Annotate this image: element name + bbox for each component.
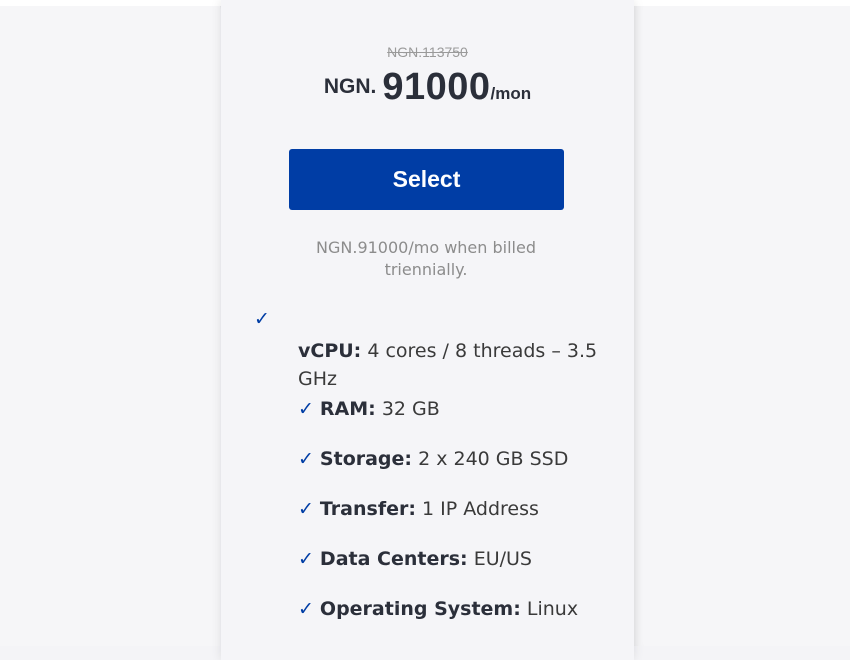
feature-operating-system: ✓ Operating System: Linux (298, 595, 598, 623)
feature-label: Operating System: (319, 598, 521, 620)
price-period: /mon (490, 84, 532, 103)
feature-value: Linux (526, 598, 579, 620)
feature-value: EU/US (473, 548, 532, 570)
feature-ram: ✓ RAM: 32 GB (298, 395, 598, 423)
checkmark-icon: ✓ (298, 448, 314, 470)
price-row: NGN. 91000/mon (221, 66, 634, 109)
adjacent-plan-card-left (0, 6, 220, 646)
feature-transfer: ✓ Transfer: 1 IP Address (298, 495, 598, 523)
feature-value: 1 IP Address (422, 498, 539, 520)
price-amount: 91000 (382, 66, 491, 108)
checkmark-icon: ✓ (298, 548, 314, 570)
feature-storage: ✓ Storage: 2 x 240 GB SSD (298, 445, 598, 473)
checkmark-icon: ✓ (298, 498, 314, 520)
feature-vcpu: vCPU: 4 cores / 8 threads – 3.5 GHz (298, 337, 598, 393)
feature-label: Transfer: (319, 498, 416, 520)
checkmark-icon: ✓ (298, 398, 314, 420)
pricing-card: NGN.113750 NGN. 91000/mon Select NGN.9100… (221, 0, 634, 660)
feature-value: 32 GB (381, 398, 440, 420)
select-button[interactable]: Select (289, 149, 564, 210)
billing-note: NGN.91000/mo when billed triennially. (316, 238, 536, 279)
feature-data-centers: ✓ Data Centers: EU/US (298, 545, 598, 573)
feature-label: Storage: (319, 448, 413, 470)
price-currency: NGN. (323, 75, 377, 98)
feature-label: Data Centers: (319, 548, 468, 570)
original-price: NGN.113750 (387, 44, 468, 60)
feature-label: vCPU: (298, 340, 362, 362)
feature-label: RAM: (319, 398, 376, 420)
adjacent-plan-card-right (634, 6, 850, 646)
feature-value: 2 x 240 GB SSD (418, 448, 569, 470)
checkmark-icon: ✓ (298, 598, 314, 620)
checkmark-icon: ✓ (254, 308, 270, 330)
